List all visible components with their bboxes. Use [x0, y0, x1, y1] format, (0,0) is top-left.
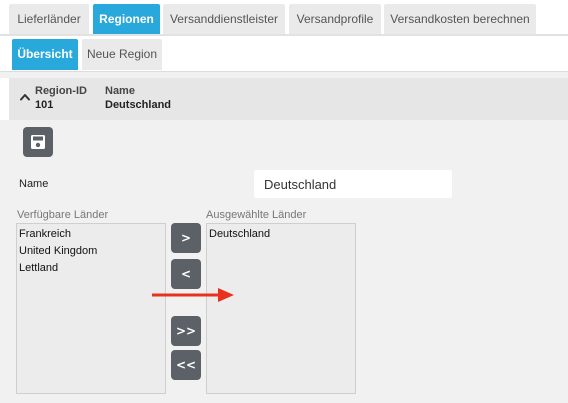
list-item[interactable]: Deutschland [209, 226, 353, 243]
region-edit-form: Name Verfügbare Länder Frankreich United… [9, 120, 568, 403]
tab-regionen[interactable]: Regionen [93, 4, 160, 34]
list-item[interactable]: United Kingdom [19, 243, 163, 260]
move-right-button[interactable]: > [171, 223, 201, 253]
tab-uebersicht[interactable]: Übersicht [12, 39, 78, 70]
sub-tabs: Übersicht Neue Region [0, 36, 568, 72]
list-item[interactable]: Frankreich [19, 226, 163, 243]
selected-countries-list[interactable]: Deutschland [206, 223, 356, 394]
name-label: Name [19, 178, 49, 190]
available-countries-label: Verfügbare Länder [17, 209, 109, 221]
tab-versanddienstleister[interactable]: Versanddienstleister [163, 4, 285, 34]
save-icon [31, 135, 45, 149]
chevron-up-icon[interactable] [19, 91, 31, 103]
region-id-label: Region-ID [35, 85, 87, 97]
move-left-button[interactable]: < [171, 259, 201, 289]
selected-countries-label: Ausgewählte Länder [206, 209, 307, 221]
tab-lieferlaender[interactable]: Lieferländer [9, 4, 89, 34]
tab-neue-region[interactable]: Neue Region [82, 39, 162, 70]
red-arrow-right-icon [152, 288, 234, 302]
region-name-label: Name [105, 85, 135, 97]
move-all-left-button[interactable]: << [171, 350, 201, 380]
move-all-right-button[interactable]: >> [171, 316, 201, 346]
list-item[interactable]: Lettland [19, 260, 163, 277]
available-countries-list[interactable]: Frankreich United Kingdom Lettland [16, 223, 166, 394]
save-button[interactable] [23, 127, 53, 157]
region-row-header[interactable]: Region-ID 101 Name Deutschland [0, 78, 568, 120]
region-id-value: 101 [35, 99, 54, 111]
tab-versandprofile[interactable]: Versandprofile [289, 4, 381, 34]
tab-versandkosten-berechnen[interactable]: Versandkosten berechnen [384, 4, 536, 34]
shipping-settings-page: Lieferländer Regionen Versanddienstleist… [0, 0, 568, 403]
region-name-input[interactable] [253, 169, 453, 199]
main-tabs: Lieferländer Regionen Versanddienstleist… [0, 0, 568, 36]
region-name-value: Deutschland [105, 99, 172, 111]
